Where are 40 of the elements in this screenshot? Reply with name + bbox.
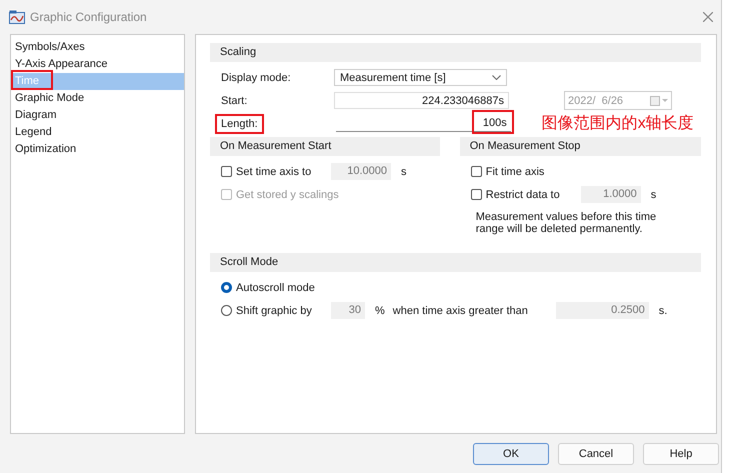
field-label: Display mode:	[221, 72, 292, 84]
checkbox[interactable]: Set time axis to	[221, 166, 331, 178]
checkbox[interactable]: Fit time axis	[470, 166, 581, 178]
start-field[interactable]: 224.233046887s	[334, 92, 509, 109]
dialog-button[interactable]: Cancel	[558, 443, 634, 465]
section-header: On Measurement Start	[210, 137, 440, 156]
length-field[interactable]: 100s	[336, 115, 511, 132]
note-text: Measurement values before this time range will be deleted permanently.	[476, 211, 658, 235]
window-title: Graphic Configuration	[30, 10, 148, 24]
percent-field[interactable]: 30	[331, 302, 365, 319]
dialog-button[interactable]: OK	[473, 443, 549, 465]
unit-label: s	[401, 166, 406, 178]
section-header: Scroll Mode	[210, 253, 701, 272]
unit-label: %	[375, 304, 385, 316]
sidebar-item[interactable]: Diagram	[11, 107, 184, 124]
unit-label: s	[650, 188, 656, 200]
condition-label: when time axis greater than	[392, 304, 529, 316]
sidebar-item[interactable]: Graphic Mode	[11, 90, 184, 107]
chart-icon	[9, 10, 25, 24]
section-header: On Measurement Stop	[460, 137, 701, 156]
annotation-text: 图像范围内的x轴长度	[542, 114, 694, 134]
sidebar-item[interactable]: Legend	[11, 124, 184, 141]
section-header: Scaling	[210, 43, 701, 62]
field-label: Start:	[221, 94, 248, 106]
calendar-icon	[650, 96, 668, 106]
number-field[interactable]: 10.0000	[331, 163, 391, 180]
sidebar-item[interactable]: Y-Axis Appearance	[11, 56, 184, 73]
field-label: Length:	[215, 114, 264, 134]
display-mode-dropdown[interactable]: Measurement time [s]	[334, 69, 507, 86]
unit-label: s.	[658, 304, 668, 316]
radio-button[interactable]: Autoscroll mode	[221, 282, 331, 294]
sidebar-item[interactable]: Symbols/Axes	[11, 39, 184, 56]
checkbox[interactable]: Restrict data to	[470, 188, 581, 200]
threshold-field[interactable]: 0.2500	[556, 302, 649, 319]
radio-button[interactable]: Shift graphic by	[221, 304, 331, 316]
number-field[interactable]: 1.0000	[580, 186, 641, 203]
caret-icon	[492, 75, 501, 80]
dialog-button[interactable]: Help	[643, 443, 719, 465]
close-icon	[703, 12, 713, 22]
sidebar-item[interactable]: Optimization	[11, 141, 184, 158]
